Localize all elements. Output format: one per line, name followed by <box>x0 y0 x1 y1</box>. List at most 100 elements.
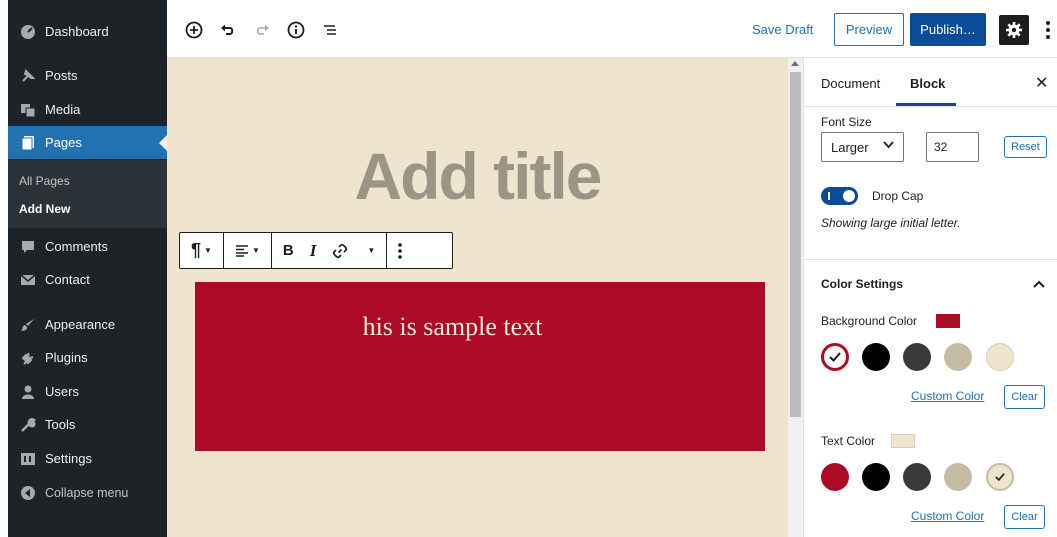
wrench-icon <box>18 415 38 435</box>
brush-icon <box>18 315 38 335</box>
sidebar-item-users[interactable]: Users <box>8 375 167 408</box>
paragraph-transform-button[interactable]: ¶ ▼ <box>186 233 217 268</box>
block-toolbar: ¶ ▼ ▼ B I ▼ <box>179 232 453 269</box>
media-icon <box>18 100 38 120</box>
link-button[interactable] <box>327 233 353 268</box>
more-formats-button[interactable]: ▼ <box>359 233 380 268</box>
sidebar-item-media[interactable]: Media <box>8 93 167 126</box>
text-clear-button[interactable]: Clear <box>1004 505 1045 529</box>
save-draft-button[interactable]: Save Draft <box>752 22 813 37</box>
align-button[interactable]: ▼ <box>230 233 265 268</box>
sidebar-item-label: Pages <box>45 135 82 150</box>
custom-font-size-input[interactable]: 32 <box>926 132 979 162</box>
sidebar-item-settings[interactable]: Settings <box>8 442 167 475</box>
sidebar-item-dashboard[interactable]: Dashboard <box>8 15 167 48</box>
sidebar-item-label: Collapse menu <box>45 485 129 500</box>
reset-button[interactable]: Reset <box>1004 136 1047 158</box>
submenu-item-all-pages[interactable]: All Pages <box>19 174 70 188</box>
sidebar-tabs: Document Block ✕ <box>804 58 1057 107</box>
italic-icon: I <box>309 240 317 260</box>
post-title-input[interactable]: Add title <box>167 138 788 214</box>
scrollbar-thumb[interactable] <box>790 72 801 417</box>
sidebar-item-pages[interactable]: Pages <box>8 126 167 159</box>
redo-icon[interactable] <box>251 19 273 41</box>
paragraph-block[interactable]: his is sample text <box>195 282 765 451</box>
more-options-button[interactable] <box>1043 16 1053 44</box>
text-color-label: Text Color <box>821 434 876 448</box>
bg-custom-color-link[interactable]: Custom Color <box>911 389 984 403</box>
sidebar-item-label: Plugins <box>45 350 88 365</box>
text-swatch-dark-gray[interactable] <box>903 463 931 491</box>
bg-swatch-dark-gray[interactable] <box>903 343 931 371</box>
pages-submenu: All Pages Add New <box>8 160 167 228</box>
tab-block[interactable]: Block <box>910 76 945 91</box>
tab-document[interactable]: Document <box>821 76 880 91</box>
sidebar-item-label: Users <box>45 384 79 399</box>
sidebar-item-comments[interactable]: Comments <box>8 230 167 263</box>
dashboard-icon <box>18 22 38 42</box>
chevron-up-icon[interactable] <box>1033 276 1045 291</box>
window-edge <box>0 0 8 537</box>
sidebar-item-label: Tools <box>45 417 76 432</box>
sidebar-item-contact[interactable]: Contact <box>8 263 167 296</box>
text-custom-color-link[interactable]: Custom Color <box>911 509 984 523</box>
drop-cap-toggle[interactable] <box>821 187 858 205</box>
font-size-select[interactable]: Larger <box>821 132 904 162</box>
sidebar-item-plugins[interactable]: Plugins <box>8 341 167 374</box>
bg-clear-button[interactable]: Clear <box>1004 385 1045 409</box>
chevron-down-icon <box>883 140 894 152</box>
add-block-icon[interactable] <box>183 19 205 41</box>
sidebar-item-label: Media <box>45 102 81 117</box>
editor-canvas: Add title ¶ ▼ ▼ B I ▼ his is sample text <box>167 58 788 537</box>
sidebar-item-label: Settings <box>45 451 92 466</box>
chevron-down-icon: ▼ <box>204 246 212 255</box>
sidebar-item-posts[interactable]: Posts <box>8 59 167 92</box>
text-swatch-cream[interactable] <box>986 463 1014 491</box>
bg-swatch-black[interactable] <box>862 343 890 371</box>
comment-icon <box>18 237 38 257</box>
block-more-button[interactable] <box>393 233 407 268</box>
drop-cap-label: Drop Cap <box>872 189 924 203</box>
sidebar-item-tools[interactable]: Tools <box>8 408 167 441</box>
undo-icon[interactable] <box>217 19 239 41</box>
bg-swatch-cream[interactable] <box>986 343 1014 371</box>
close-icon[interactable]: ✕ <box>1035 73 1048 93</box>
bold-button[interactable]: B <box>278 233 299 268</box>
mail-icon <box>18 270 38 290</box>
link-icon <box>333 243 348 258</box>
text-swatch-taupe[interactable] <box>944 463 972 491</box>
chevron-down-icon: ▼ <box>251 246 260 255</box>
italic-button[interactable]: I <box>305 233 322 268</box>
preview-button[interactable]: Preview <box>834 13 904 46</box>
sidebar-item-appearance[interactable]: Appearance <box>8 308 167 341</box>
scroll-up-arrow-icon[interactable] <box>791 61 799 66</box>
user-icon <box>18 382 38 402</box>
collapse-menu-button[interactable]: Collapse menu <box>8 476 167 509</box>
publish-button[interactable]: Publish… <box>910 13 986 46</box>
chevron-down-icon: ▼ <box>367 246 376 255</box>
active-indicator <box>159 135 167 151</box>
bold-icon: B <box>282 242 294 259</box>
collapse-icon <box>18 483 38 503</box>
settings-toggle-button[interactable] <box>999 15 1029 45</box>
sidebar-item-label: Dashboard <box>45 24 109 39</box>
text-swatch-black[interactable] <box>862 463 890 491</box>
paragraph-icon: ¶ <box>191 240 202 260</box>
paragraph-text[interactable]: his is sample text <box>195 312 710 342</box>
info-icon[interactable] <box>285 19 307 41</box>
background-color-label: Background Color <box>821 314 918 328</box>
drop-cap-help-text: Showing large initial letter. <box>821 216 961 230</box>
color-settings-title[interactable]: Color Settings <box>821 277 903 291</box>
bg-swatch-taupe[interactable] <box>944 343 972 371</box>
text-color-indicator <box>891 434 915 448</box>
sidebar-item-label: Contact <box>45 272 90 287</box>
sidebar-item-label: Appearance <box>45 317 116 332</box>
text-swatch-red[interactable] <box>821 463 849 491</box>
admin-sidebar: Dashboard Posts Media Pages All Pages Ad… <box>8 0 167 537</box>
outline-icon[interactable] <box>319 19 341 41</box>
bg-swatch-red[interactable] <box>821 343 849 371</box>
pages-icon <box>18 133 38 153</box>
active-tab-indicator <box>896 103 956 106</box>
plug-icon <box>18 348 38 368</box>
submenu-item-add-new[interactable]: Add New <box>19 202 70 216</box>
